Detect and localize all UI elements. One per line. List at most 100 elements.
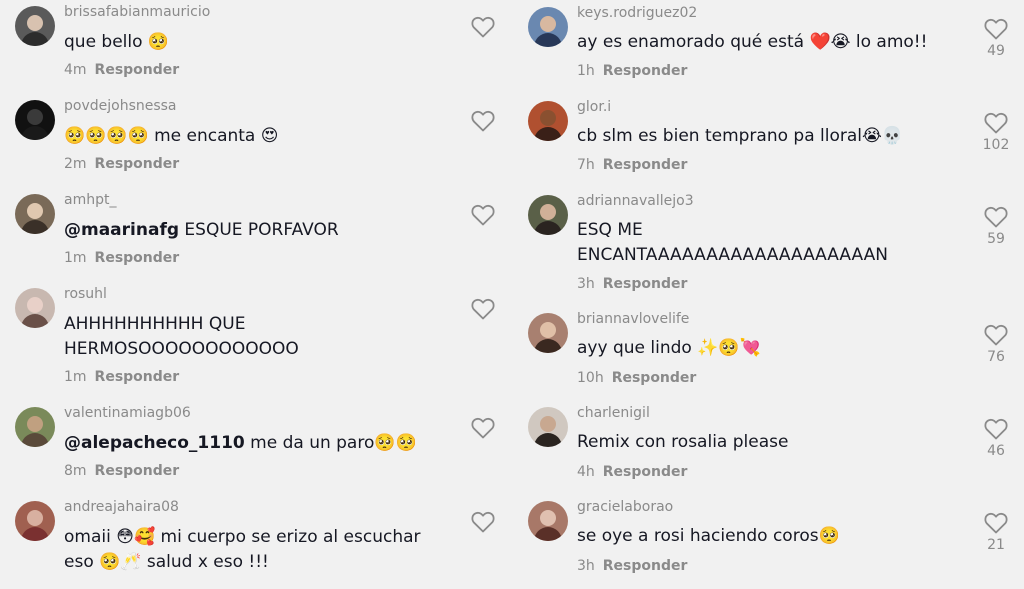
comment-time: 1m (64, 369, 87, 385)
like-count: 21 (987, 537, 1005, 553)
comment-time: 10h (577, 370, 604, 386)
reply-button[interactable]: Responder (95, 250, 180, 266)
comment-meta: 3h Responder (577, 276, 687, 292)
comment-username[interactable]: andreajahaira08 (64, 499, 179, 515)
comment-item: povdejohsnessa 🥺🥺🥺🥺 me encanta 😍 2m Respond… (0, 94, 512, 188)
reply-button[interactable]: Responder (95, 369, 180, 385)
comment-time: 2m (64, 156, 87, 172)
like-heart-icon[interactable] (471, 511, 495, 533)
comment-time: 4h (577, 464, 595, 480)
comment-username[interactable]: brissafabianmauricio (64, 4, 210, 20)
like-heart-icon[interactable] (984, 18, 1008, 40)
comment-username[interactable]: keys.rodriguez02 (577, 5, 697, 21)
comment-username[interactable]: povdejohsnessa (64, 98, 177, 114)
comment-meta: 1m Responder (64, 369, 179, 385)
comment-time: 3h (577, 558, 595, 574)
comment-text: Remix con rosalia please (577, 432, 789, 452)
avatar[interactable] (15, 501, 55, 541)
comment-username[interactable]: briannavlovelife (577, 311, 689, 327)
like-count: 46 (987, 443, 1005, 459)
comment-column-left: brissafabianmauricio que bello 🥺 4m Respond… (0, 0, 512, 576)
like-count: 102 (982, 137, 1010, 153)
avatar[interactable] (15, 194, 55, 234)
comment-item: glor.i cb slm es bien temprano pa lloral😭… (512, 94, 1024, 188)
avatar[interactable] (528, 101, 568, 141)
comment-time: 4m (64, 62, 87, 78)
comment-time: 1m (64, 250, 87, 266)
comment-text: @maarinafg ESQUE PORFAVOR (64, 220, 339, 240)
reply-button[interactable]: Responder (95, 463, 180, 479)
comment-item: charlenigil Remix con rosalia please 4h Res… (512, 400, 1024, 494)
like-heart-icon[interactable] (471, 204, 495, 226)
comment-username[interactable]: adriannavallejo3 (577, 193, 694, 209)
comment-meta: 3h Responder (577, 558, 687, 574)
comment-time: 7h (577, 157, 595, 173)
like-heart-icon[interactable] (984, 418, 1008, 440)
like-heart-icon[interactable] (471, 110, 495, 132)
comment-username[interactable]: rosuhl (64, 286, 107, 302)
reply-button[interactable]: Responder (603, 558, 688, 574)
comment-text: 🥺🥺🥺🥺 me encanta 😍 (64, 126, 279, 146)
reply-button[interactable]: Responder (612, 370, 697, 386)
reply-button[interactable]: Responder (95, 156, 180, 172)
like-heart-icon[interactable] (471, 417, 495, 439)
avatar[interactable] (15, 407, 55, 447)
comment-username[interactable]: charlenigil (577, 405, 650, 421)
avatar[interactable] (528, 313, 568, 353)
avatar[interactable] (528, 407, 568, 447)
mention-link[interactable]: @maarinafg (64, 220, 179, 240)
comment-username[interactable]: gracielaborao (577, 499, 673, 515)
comment-item: gracielaborao se oye a rosi haciendo coro… (512, 494, 1024, 588)
comment-item: brissafabianmauricio que bello 🥺 4m Respond… (0, 0, 512, 94)
reply-button[interactable]: Responder (603, 63, 688, 79)
comment-text: omaii 😳🥰 mi cuerpo se erizo al escuchar … (64, 527, 421, 572)
like-heart-icon[interactable] (471, 298, 495, 320)
comment-meta: 1m Responder (64, 250, 179, 266)
comment-text: que bello 🥺 (64, 32, 170, 52)
like-count: 76 (987, 349, 1005, 365)
like-heart-icon[interactable] (984, 112, 1008, 134)
like-count: 49 (987, 43, 1005, 59)
comment-text: AHHHHHHHHHH QUE HERMOSOOOOOOOOOOOO (64, 314, 299, 359)
comment-text: @alepacheco_1110 me da un paro🥺🥺 (64, 433, 417, 453)
comment-meta: 8m Responder (64, 463, 179, 479)
comment-meta: 7h Responder (577, 157, 687, 173)
avatar[interactable] (528, 195, 568, 235)
comment-meta: 1h Responder (577, 63, 687, 79)
reply-button[interactable]: Responder (95, 62, 180, 78)
comment-item: valentinamiagb06 @alepacheco_1110 me da u… (0, 401, 512, 495)
comment-column-right: keys.rodriguez02 ay es enamorado qué está… (512, 0, 1024, 576)
comment-username[interactable]: amhpt_ (64, 192, 116, 208)
avatar[interactable] (15, 100, 55, 140)
reply-button[interactable]: Responder (603, 157, 688, 173)
avatar[interactable] (15, 288, 55, 328)
comment-meta: 4m Responder (64, 62, 179, 78)
like-heart-icon[interactable] (984, 206, 1008, 228)
comment-text: se oye a rosi haciendo coros🥺 (577, 526, 840, 546)
avatar[interactable] (528, 501, 568, 541)
like-count: 59 (987, 231, 1005, 247)
reply-button[interactable]: Responder (603, 276, 688, 292)
comment-text: cb slm es bien temprano pa lloral😭💀 (577, 126, 904, 146)
comment-meta: 10h Responder (577, 370, 696, 386)
comment-time: 3h (577, 276, 595, 292)
comment-item: adriannavallejo3 ESQ ME ENCANTAAAAAAAAAAA… (512, 188, 1024, 292)
like-heart-icon[interactable] (984, 512, 1008, 534)
comment-item: rosuhl AHHHHHHHHHH QUE HERMOSOOOOOOOOOOOO… (0, 282, 512, 385)
comment-item: keys.rodriguez02 ay es enamorado qué está… (512, 0, 1024, 94)
like-heart-icon[interactable] (471, 16, 495, 38)
avatar[interactable] (528, 7, 568, 47)
comment-item: briannavlovelife ayy que lindo ✨🥺💘 10h Resp… (512, 306, 1024, 400)
comment-username[interactable]: glor.i (577, 99, 611, 115)
comment-username[interactable]: valentinamiagb06 (64, 405, 191, 421)
comment-time: 8m (64, 463, 87, 479)
comment-text: ay es enamorado qué está ❤️😭 lo amo!! (577, 32, 928, 52)
comment-item: amhpt_ @maarinafg ESQUE PORFAVOR 1m Respond… (0, 188, 512, 282)
like-heart-icon[interactable] (984, 324, 1008, 346)
comment-text: ESQ ME ENCANTAAAAAAAAAAAAAAAAAAAN (577, 220, 888, 265)
comment-text: ayy que lindo ✨🥺💘 (577, 338, 761, 358)
avatar[interactable] (15, 6, 55, 46)
comment-meta: 2m Responder (64, 156, 179, 172)
mention-link[interactable]: @alepacheco_1110 (64, 433, 245, 453)
reply-button[interactable]: Responder (603, 464, 688, 480)
